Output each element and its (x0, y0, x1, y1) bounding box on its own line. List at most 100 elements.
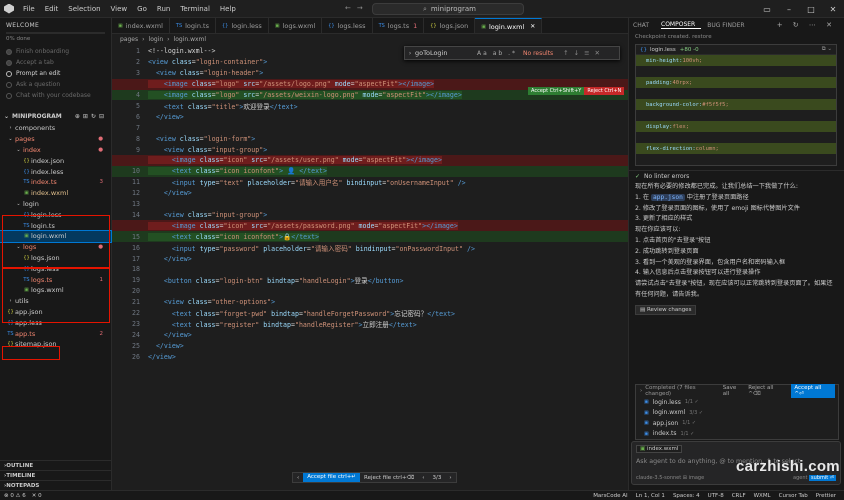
menu-item-view[interactable]: View (106, 5, 133, 13)
breadcrumb-item[interactable]: login (149, 36, 164, 43)
welcome-header[interactable]: WELCOME (0, 18, 111, 32)
walkthrough-item[interactable]: Prompt an edit (0, 68, 111, 79)
status-item[interactable]: ⊗ 0 ⚠ 6 (4, 493, 26, 499)
status-item[interactable]: Ln 1, Col 1 (636, 493, 665, 499)
menu-item-go[interactable]: Go (132, 5, 152, 13)
folder-item[interactable]: ⌄ pages ● (0, 134, 111, 145)
menu-item-run[interactable]: Run (152, 5, 175, 13)
editor-tab[interactable]: ▣ index.wxml (112, 18, 170, 33)
menu-item-terminal[interactable]: Terminal (175, 5, 215, 13)
file-item[interactable]: TS index.ts 3 (0, 177, 111, 188)
accept-file-button[interactable]: Accept file ctrl+↵ (303, 473, 361, 482)
editor-tab[interactable]: {} logs.less (322, 18, 373, 33)
file-item[interactable]: ▣ login.wxml (0, 229, 112, 243)
folder-item[interactable]: › utils (0, 296, 111, 307)
chevron-right-icon[interactable]: › (405, 49, 415, 57)
reject-all-button[interactable]: Reject all ^⌫ (748, 385, 787, 397)
status-item[interactable]: UTF-8 (708, 493, 724, 499)
find-nav-icons[interactable]: ↑↓≡✕ (563, 49, 605, 57)
chevron-left-icon[interactable]: ‹ (418, 475, 428, 481)
file-item[interactable]: ▣ logs.wxml (0, 285, 111, 296)
diff-card-actions[interactable]: ⧉ ⌄ (822, 46, 832, 53)
panel-notepads[interactable]: › NOTEPADS (0, 480, 112, 490)
code-editor[interactable]: 1 <!--login.wxml--> 2 <view class="login-co… (112, 45, 628, 474)
inline-accept-button[interactable]: Accept Ctrl+Shift+Y (528, 87, 585, 95)
checkpoint-note[interactable]: Checkpoint created. restore (629, 32, 844, 42)
file-item[interactable]: TS app.ts 2 (0, 328, 111, 339)
editor-tab[interactable]: TS logs.ts 1 (373, 18, 425, 33)
save-all-button[interactable]: Save all (723, 385, 745, 397)
tab-chat[interactable]: CHAT (633, 22, 655, 29)
walkthrough-item[interactable]: Finish onboarding (0, 46, 111, 57)
menu-item-help[interactable]: Help (215, 5, 241, 13)
diff-card-header[interactable]: {} login.less +80 -0 ⧉ ⌄ (636, 45, 836, 55)
chevron-left-icon[interactable]: ‹ (293, 475, 303, 481)
editor-tab[interactable]: {} logs.json (424, 18, 476, 33)
panel-actions-icon[interactable]: + ↻ ⋯ ✕ (777, 21, 842, 29)
review-changes-button[interactable]: ▤ Review changes (635, 304, 697, 315)
folder-item[interactable]: ⌄ index ● (0, 145, 111, 156)
editor-tab[interactable]: {} login.less (216, 18, 269, 33)
walkthrough-item[interactable]: Chat with your codebase (0, 90, 111, 101)
submit-button[interactable]: submit ⏎ (809, 475, 836, 481)
panel-outline[interactable]: › OUTLINE (0, 460, 112, 470)
file-item[interactable]: ▣ index.wxml (0, 188, 111, 199)
status-item[interactable]: Cursor Tab (779, 493, 808, 499)
minimize-icon[interactable]: – (778, 5, 800, 14)
changed-file-item[interactable]: ▣ index.ts 1/1 ✓ (636, 429, 838, 440)
file-item[interactable]: {} logs.json (0, 253, 111, 264)
maximize-icon[interactable]: □ (800, 5, 822, 14)
status-item[interactable]: MarsCode AI (593, 493, 627, 499)
walkthrough-item[interactable]: Ask a question (0, 79, 111, 90)
file-item[interactable]: {} index.less (0, 166, 111, 177)
status-item[interactable]: Prettier (816, 493, 836, 499)
status-item[interactable]: CRLF (732, 493, 746, 499)
find-input[interactable]: goToLogin (415, 49, 477, 57)
tab-composer[interactable]: COMPOSER (661, 21, 702, 29)
file-item[interactable]: {} logs.less (0, 263, 111, 274)
reject-file-button[interactable]: Reject file ctrl+⌫ (360, 475, 418, 481)
tab-bug-finder[interactable]: BUG FINDER (707, 22, 750, 29)
model-selector[interactable]: claude-3.5-sonnet ⊞ image (636, 475, 704, 481)
panel-timeline[interactable]: › TIMELINE (0, 470, 112, 480)
accept-all-button[interactable]: Accept all ^⏎ (791, 384, 835, 398)
file-item[interactable]: {} sitemap.json (0, 339, 111, 350)
chevron-right-icon[interactable]: › (640, 388, 642, 394)
status-item[interactable]: ✕ 0 (32, 493, 42, 499)
folder-item[interactable]: ⌄ login (0, 199, 111, 210)
editor-tab[interactable]: ▣ logs.wxml (269, 18, 323, 33)
folder-item[interactable]: › components (0, 123, 111, 134)
file-item[interactable]: TS login.ts (0, 220, 111, 231)
layout-icon[interactable]: ▭ (756, 5, 778, 14)
chevron-right-icon[interactable]: › (445, 475, 455, 481)
changed-file-item[interactable]: ▣ app.json 1/1 ✓ (636, 418, 838, 429)
explorer-actions[interactable]: ⊕⊞↻⊟ (75, 113, 107, 120)
file-item[interactable]: TS logs.ts 1 (0, 274, 111, 285)
changed-file-item[interactable]: ▣ login.wxml 3/3 ✓ (636, 408, 838, 419)
explorer-header[interactable]: ⌄ MINIPROGRAM ⊕⊞↻⊟ (0, 109, 111, 123)
folder-item[interactable]: ⌄ logs ● (0, 242, 111, 253)
breadcrumb-item[interactable]: pages (120, 36, 138, 43)
editor-tab[interactable]: TS login.ts (170, 18, 216, 33)
file-item[interactable]: {} index.json (0, 155, 111, 166)
command-center[interactable]: ←→ ⌕ miniprogram (345, 3, 524, 15)
agent-mode-label[interactable]: agent (793, 475, 807, 481)
find-options[interactable]: Aa ab .* (477, 50, 517, 57)
breadcrumb-item[interactable]: login.wxml (174, 36, 207, 43)
walkthrough-item[interactable]: Accept a tab (0, 57, 111, 68)
menu-item-edit[interactable]: Edit (40, 5, 64, 13)
menu-item-file[interactable]: File (18, 5, 40, 13)
context-chip[interactable]: ▣ index.wxml (636, 445, 683, 453)
file-item[interactable]: {} app.less (0, 317, 111, 328)
editor-tab[interactable]: ▣ login.wxml ✕ (475, 18, 543, 33)
file-item[interactable]: {} login.less (0, 209, 111, 220)
file-item[interactable]: {} app.json (0, 307, 111, 318)
close-icon[interactable]: ✕ (822, 5, 844, 14)
inline-reject-button[interactable]: Reject Ctrl+N (584, 87, 625, 95)
nav-arrows-icon[interactable]: ←→ (345, 4, 369, 12)
status-item[interactable]: Spaces: 4 (673, 493, 700, 499)
status-item[interactable]: WXML (754, 493, 771, 499)
close-icon[interactable]: ✕ (530, 23, 535, 30)
menu-item-selection[interactable]: Selection (63, 5, 105, 13)
changed-file-item[interactable]: ▣ login.less 1/1 ✓ (636, 397, 838, 408)
